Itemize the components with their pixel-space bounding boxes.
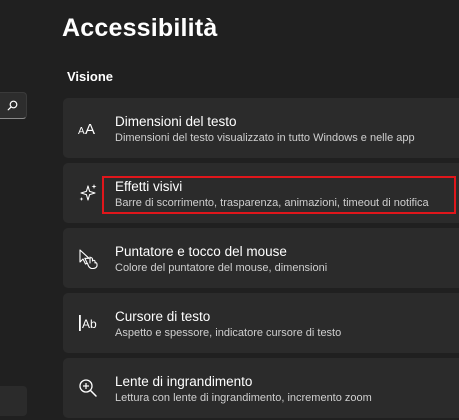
- search-icon: [7, 100, 18, 111]
- svg-text:Ab: Ab: [82, 317, 97, 331]
- sidebar: [0, 0, 40, 420]
- setting-subtitle: Lettura con lente di ingrandimento, incr…: [115, 392, 372, 404]
- search-input[interactable]: [0, 92, 27, 119]
- text-size-icon: A A: [77, 117, 99, 139]
- setting-subtitle: Barre di scorrimento, trasparenza, anima…: [115, 197, 429, 209]
- setting-title: Cursore di testo: [115, 309, 211, 324]
- setting-title: Dimensioni del testo: [115, 114, 237, 129]
- setting-text-cursor[interactable]: Ab Cursore di testo Aspetto e spessore, …: [63, 293, 459, 353]
- setting-subtitle: Colore del puntatore del mouse, dimensio…: [115, 262, 328, 274]
- setting-title: Puntatore e tocco del mouse: [115, 244, 287, 259]
- text-cursor-icon: Ab: [77, 312, 99, 334]
- setting-visual-effects[interactable]: Effetti visivi Barre di scorrimento, tra…: [63, 163, 459, 223]
- setting-subtitle: Dimensioni del testo visualizzato in tut…: [115, 132, 415, 144]
- section-title: Visione: [67, 69, 114, 84]
- mouse-pointer-touch-icon: [77, 247, 99, 269]
- svg-text:A: A: [85, 121, 95, 138]
- setting-title: Lente di ingrandimento: [115, 374, 253, 389]
- settings-window: Accessibilità Visione A A Dimensioni del…: [0, 0, 459, 420]
- svg-text:A: A: [78, 126, 85, 137]
- sparkle-icon: [77, 182, 99, 204]
- setting-mouse-pointer[interactable]: Puntatore e tocco del mouse Colore del p…: [63, 228, 459, 288]
- setting-subtitle: Aspetto e spessore, indicatore cursore d…: [115, 327, 342, 339]
- sidebar-nav-item[interactable]: [0, 386, 27, 416]
- setting-magnifier[interactable]: Lente di ingrandimento Lettura con lente…: [63, 358, 459, 418]
- setting-title: Effetti visivi: [115, 179, 183, 194]
- setting-text-size[interactable]: A A Dimensioni del testo Dimensioni del …: [63, 98, 459, 158]
- magnifier-icon: [77, 377, 99, 399]
- page-title: Accessibilità: [62, 14, 218, 42]
